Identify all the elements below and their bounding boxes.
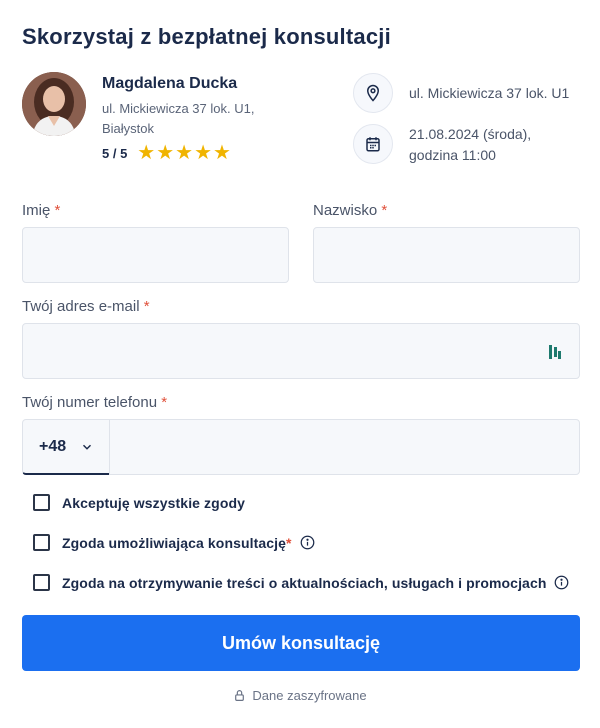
last-name-label: Nazwisko *	[313, 202, 387, 219]
first-name-label-text: Imię	[22, 202, 51, 219]
lock-icon	[235, 690, 245, 701]
advisor-card: Magdalena Ducka ul. Mickiewicza 37 lok. …	[22, 72, 322, 167]
star-icon: ★	[137, 142, 156, 164]
star-icon: ★	[156, 142, 175, 164]
email-label-text: Twój adres e-mail	[22, 298, 140, 315]
chevron-down-icon	[83, 444, 92, 450]
secure-note-text: Dane zaszyfrowane	[252, 688, 367, 703]
email-label: Twój adres e-mail *	[22, 298, 150, 315]
consent-marketing-checkbox[interactable]	[33, 574, 50, 591]
required-mark: *	[381, 202, 388, 219]
country-code-value: +48	[39, 437, 67, 455]
consent-required[interactable]: Zgoda umożliwiająca konsultację*	[33, 534, 315, 551]
consent-all-checkbox[interactable]	[33, 494, 50, 511]
consent-marketing[interactable]: Zgoda na otrzymywanie treści o aktualnoś…	[33, 574, 569, 591]
advisor-address: ul. Mickiewicza 37 lok. U1, Białystok	[102, 99, 302, 139]
appointment-location: ul. Mickiewicza 37 lok. U1	[353, 73, 569, 113]
calendar-icon	[353, 124, 393, 164]
appointment-datetime: 21.08.2024 (środa), godzina 11:00	[353, 124, 531, 166]
phone-label-text: Twój numer telefonu	[22, 394, 158, 411]
required-mark: *	[54, 202, 61, 219]
time-line: godzina 11:00	[409, 147, 496, 163]
email-input[interactable]	[22, 323, 580, 379]
info-icon[interactable]	[300, 535, 315, 550]
star-icon: ★	[213, 142, 231, 164]
date-line: 21.08.2024 (środa),	[409, 126, 532, 142]
star-icon: ★	[194, 142, 213, 164]
datetime-text: 21.08.2024 (środa), godzina 11:00	[409, 124, 531, 166]
phone-label: Twój numer telefonu *	[22, 394, 167, 411]
autofill-icon[interactable]	[549, 345, 561, 359]
info-icon[interactable]	[554, 575, 569, 590]
last-name-input[interactable]	[313, 227, 580, 283]
location-text: ul. Mickiewicza 37 lok. U1	[409, 85, 570, 101]
phone-input[interactable]	[109, 419, 580, 475]
advisor-address-line2: Białystok	[102, 121, 155, 136]
advisor-rating: 5 / 5 ★ ★ ★ ★ ★	[102, 142, 231, 164]
consent-required-text: Zgoda umożliwiająca konsultację	[62, 534, 287, 551]
first-name-label: Imię *	[22, 202, 60, 219]
advisor-address-line1: ul. Mickiewicza 37 lok. U1,	[102, 101, 255, 116]
first-name-input[interactable]	[22, 227, 289, 283]
consent-required-label: Zgoda umożliwiająca konsultację*	[62, 535, 292, 551]
consent-all-label: Akceptuję wszystkie zgody	[62, 494, 246, 511]
country-code-select[interactable]: +48	[22, 419, 110, 475]
page-title: Skorzystaj z bezpłatnej konsultacji	[22, 24, 391, 49]
required-mark: *	[161, 394, 168, 411]
consent-required-checkbox[interactable]	[33, 534, 50, 551]
location-pin-icon	[353, 73, 393, 113]
consent-marketing-label: Zgoda na otrzymywanie treści o aktualnoś…	[62, 574, 547, 591]
secure-note: Dane zaszyfrowane	[0, 688, 600, 703]
submit-consultation-button[interactable]: Umów konsultację	[22, 615, 580, 671]
star-icon: ★	[175, 142, 194, 164]
required-mark: *	[286, 534, 292, 551]
consent-all[interactable]: Akceptuję wszystkie zgody	[33, 494, 245, 511]
rating-value: 5 / 5	[102, 145, 128, 161]
last-name-label-text: Nazwisko	[313, 202, 378, 219]
rating-stars: ★ ★ ★ ★ ★	[137, 142, 231, 164]
advisor-avatar	[22, 72, 86, 136]
advisor-name: Magdalena Ducka	[102, 75, 238, 92]
required-mark: *	[143, 298, 150, 315]
